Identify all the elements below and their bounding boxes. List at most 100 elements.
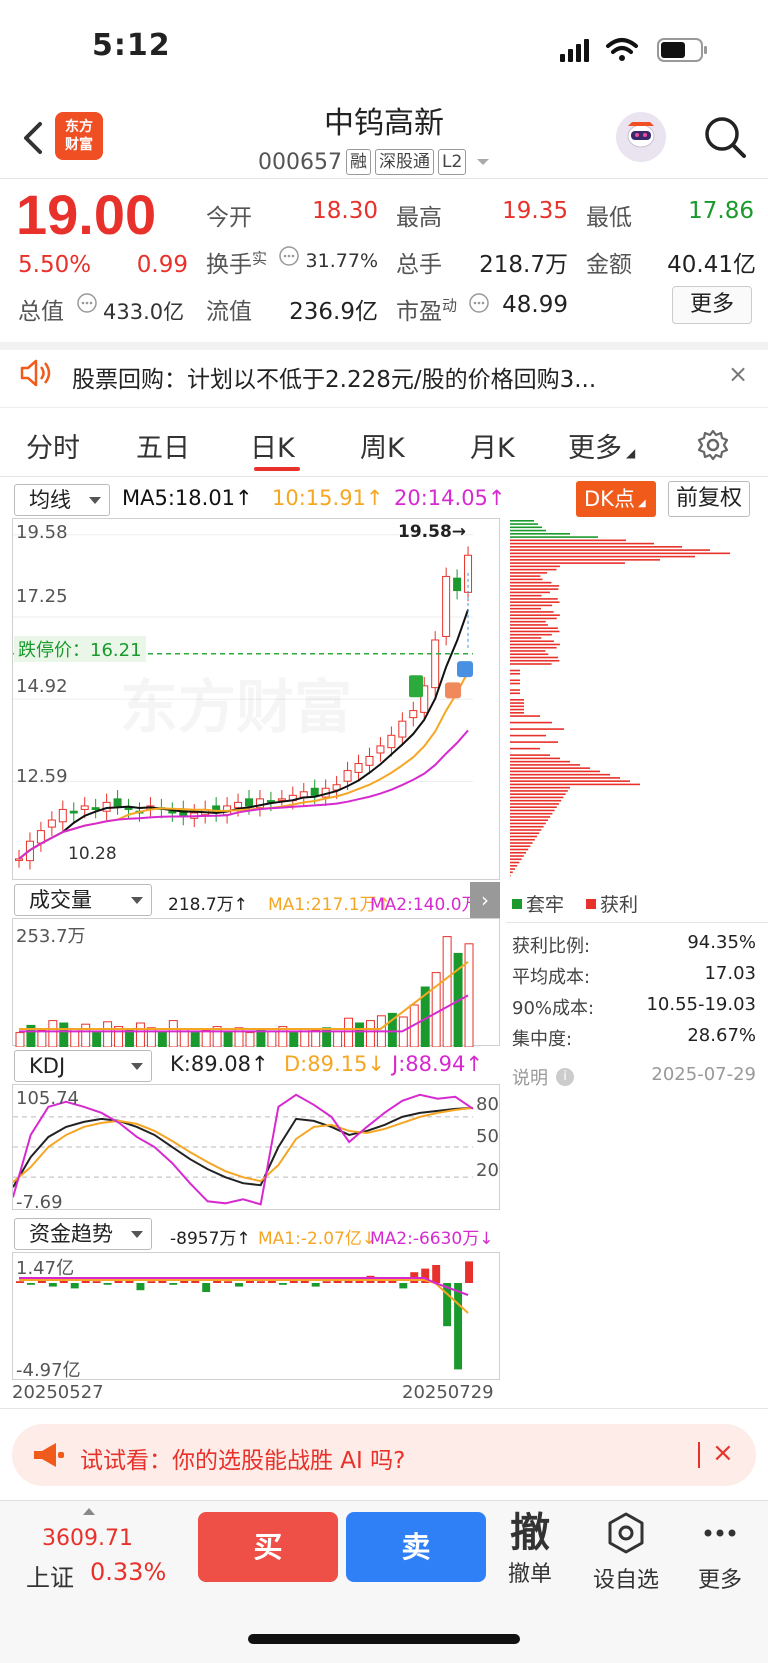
chip-bar [510,760,570,763]
chip-bar [510,747,540,750]
turnover-label: 换手实 [206,245,267,279]
volume-indicator-label: 成交量 [29,888,92,912]
chip-note[interactable]: 说明 i [512,1064,574,1090]
market-cap-label: 总值 [18,299,64,325]
tab-daily-k[interactable]: 日K [250,426,295,465]
candle-body [69,810,78,814]
ma-indicator-select[interactable]: 均线 [14,484,110,516]
chip-bar [510,767,590,769]
tab-monthly-k[interactable]: 月K [470,426,515,465]
robot-avatar-icon[interactable] [616,112,666,162]
chip-bar [510,546,682,548]
buy-button[interactable]: 买 [198,1512,338,1582]
high-label: 最高 [396,205,442,231]
legend-swatch-profit [586,898,597,909]
news-text[interactable]: 股票回购：计划以不低于2.228元/股的价格回购3... [72,360,596,394]
candle-body [15,858,23,861]
volume-bar [37,1029,47,1048]
status-icons [560,38,707,62]
chip-bar [510,868,515,870]
more-quote-button[interactable]: 更多 [672,286,752,324]
dropdown-icon [477,159,490,165]
news-close-button[interactable]: × [728,360,748,388]
divider [0,1408,768,1409]
sell-point-badge [457,661,473,678]
cancel-order-button[interactable]: 撤 撤单 [490,1510,570,1588]
adjust-price-button[interactable]: 前复权 [668,481,750,517]
candle-body [58,808,67,823]
more-actions-button[interactable]: 更多 [680,1510,760,1594]
tab-five-day[interactable]: 五日 [136,426,190,465]
kdj-indicator-select[interactable]: KDJ [14,1050,152,1082]
tab-more[interactable]: 更多 ◢ [568,426,635,465]
chip-bar [510,672,520,675]
legend-trapped: 套牢 [526,894,565,916]
chip-bar [510,741,558,743]
ma5-value: MA5:18.01↑ [122,486,253,510]
add-watchlist-button[interactable]: 设自选 [586,1510,666,1594]
fund-svg [16,1261,473,1370]
fund-chart[interactable] [12,1252,500,1380]
chip-bar [510,757,560,760]
fund-indicator-select[interactable]: 资金趋势 [14,1218,152,1250]
stat-value: 94.35% [687,932,756,953]
kdj-level: 20 [476,1160,499,1181]
volume-svg [15,936,474,1048]
volume-bar [168,1020,178,1048]
volume-y-max: 253.7万 [16,926,86,947]
tab-intraday[interactable]: 分时 [26,426,80,465]
pe-label-text: 市盈 [396,299,442,325]
fund-bar [432,1265,441,1283]
tab-weekly-k[interactable]: 周K [360,426,405,465]
float-value: 236.9亿 [289,299,378,325]
divider [506,922,768,923]
sell-button[interactable]: 卖 [346,1512,486,1582]
chip-bar [510,552,730,555]
volume-bar [59,1022,69,1048]
promo-text[interactable]: 试试看：你的选股能战胜 AI 吗? [80,1441,405,1475]
volume-bar [157,1030,167,1048]
chip-bar [510,692,520,695]
volume-bar [92,1032,102,1048]
settings-gear-icon[interactable] [696,428,730,462]
kdj-chart[interactable] [12,1084,500,1210]
promo-close-button[interactable]: × [712,1438,734,1468]
info-dots-icon[interactable] [278,245,300,267]
kdj-level: 80 [476,1094,499,1115]
legend-profit: 获利 [600,894,639,916]
chip-bar [510,689,520,691]
fund-bar [202,1283,211,1292]
volume-value: 218.7万↑ [168,895,248,915]
candle-body [47,819,56,828]
chip-bar [510,728,564,730]
dk-point-button[interactable]: DK点 ◢ [576,481,656,517]
index-change[interactable]: 0.33% [90,1558,166,1586]
ma-indicator-label: 均线 [29,488,71,512]
chip-bar [510,643,560,646]
kdj-line [12,1093,474,1206]
chip-bar [510,734,546,737]
volume-indicator-select[interactable]: 成交量 [14,884,152,916]
volume-bar [15,1032,25,1048]
info-dots-icon[interactable] [76,292,98,314]
change-amount: 0.99 [136,252,188,278]
chip-bar [510,822,546,825]
search-icon[interactable] [700,112,750,162]
fund-y-max: 1.47亿 [16,1258,75,1279]
kdj-y-max: 105.74 [16,1088,79,1109]
chip-bar [510,705,524,708]
stock-subtitle[interactable]: 000657 融 深股通 L2 [258,148,494,176]
index-value[interactable]: 3609.71 [42,1526,133,1551]
fund-bar [256,1281,265,1283]
chip-bar [510,620,546,623]
status-time: 5:12 [92,28,171,63]
chip-bar [510,809,555,812]
info-dots-icon[interactable] [468,292,490,314]
volume-bar [190,1032,200,1048]
chip-bar [510,523,538,525]
chip-bar [510,699,524,701]
index-name[interactable]: 上证 [26,1558,74,1593]
chevron-right-icon[interactable]: › [470,882,500,918]
candle-body [343,770,352,782]
divider [0,178,768,179]
